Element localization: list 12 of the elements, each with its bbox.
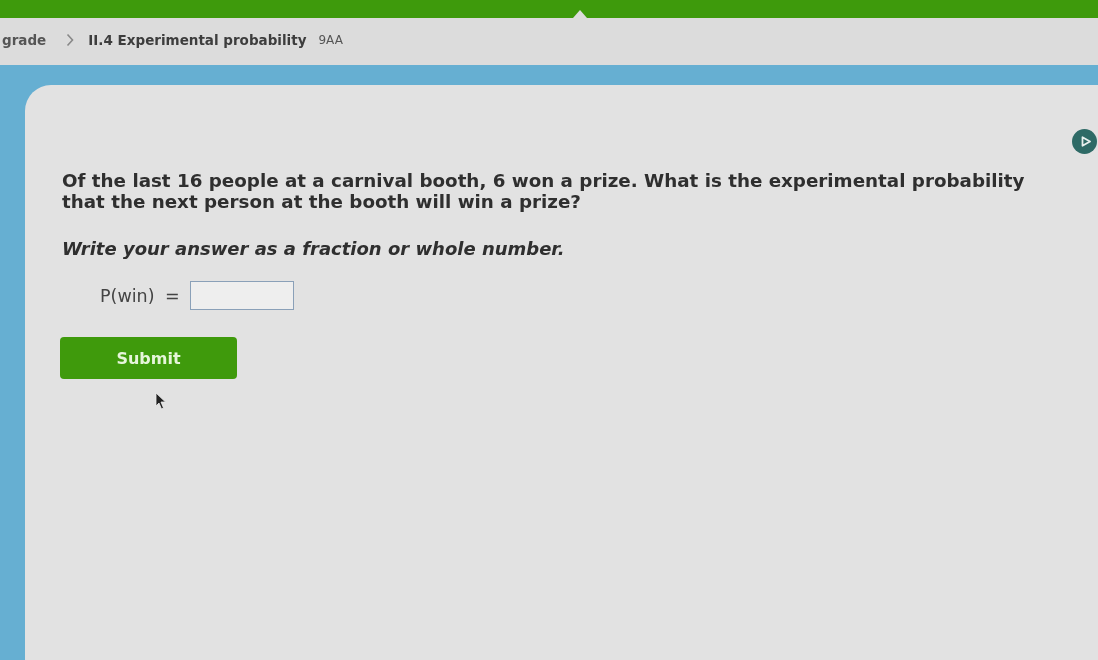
breadcrumb-link[interactable]: grade <box>2 31 47 48</box>
answer-field[interactable] <box>189 281 294 310</box>
question-text: Of the last 16 people at a carnival booth, 6 won a prize. What is the experimental probability that the next person at the booth will win a prize? <box>62 170 1026 212</box>
skill-title: II.4 Experimental probability <box>88 31 307 48</box>
chevron-icon <box>66 32 75 47</box>
submit-button[interactable]: Submit <box>60 337 237 379</box>
cursor-icon <box>155 392 167 410</box>
skill-code: 9AA <box>318 32 343 47</box>
answer-label: P(win) = <box>100 285 180 306</box>
audio-button[interactable] <box>1072 129 1097 154</box>
instruction-text: Write your answer as a fraction or whole number. <box>62 238 565 259</box>
play-icon <box>1080 136 1091 147</box>
